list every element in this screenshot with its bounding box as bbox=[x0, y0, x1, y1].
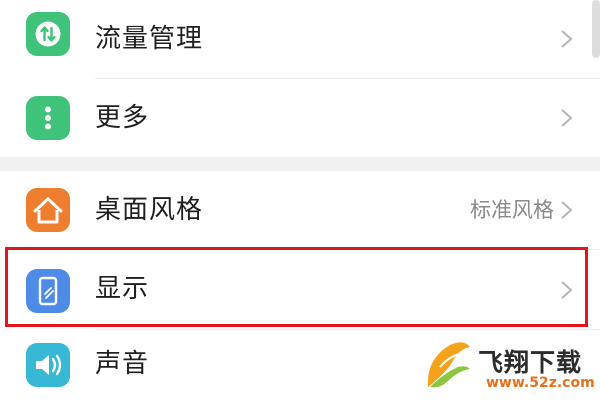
group-separator bbox=[0, 157, 600, 171]
highlight-box bbox=[5, 247, 588, 327]
watermark-url: www.52z.com bbox=[486, 375, 595, 391]
settings-item-label: 桌面风格 bbox=[95, 195, 204, 225]
data-usage-icon bbox=[26, 12, 70, 56]
chevron-right-icon bbox=[561, 109, 573, 127]
settings-item-data-usage[interactable]: 流量管理 bbox=[0, 0, 600, 78]
more-icon bbox=[26, 96, 70, 140]
sound-icon bbox=[26, 343, 70, 387]
settings-item-desktop-style[interactable]: 桌面风格 标准风格 bbox=[0, 171, 600, 249]
home-icon bbox=[26, 188, 70, 232]
chevron-right-icon bbox=[561, 201, 573, 219]
settings-item-label: 声音 bbox=[95, 349, 150, 379]
watermark: 飞翔下载 www.52z.com bbox=[420, 337, 600, 400]
settings-item-label: 更多 bbox=[95, 103, 150, 133]
watermark-brand: 飞翔下载 bbox=[478, 348, 583, 377]
settings-item-more[interactable]: 更多 bbox=[0, 79, 600, 157]
settings-item-value: 标准风格 bbox=[470, 198, 554, 222]
chevron-right-icon bbox=[561, 30, 573, 48]
feixiang-logo-icon bbox=[427, 342, 470, 388]
scrollbar[interactable] bbox=[592, 0, 600, 58]
settings-item-label: 流量管理 bbox=[95, 24, 204, 54]
